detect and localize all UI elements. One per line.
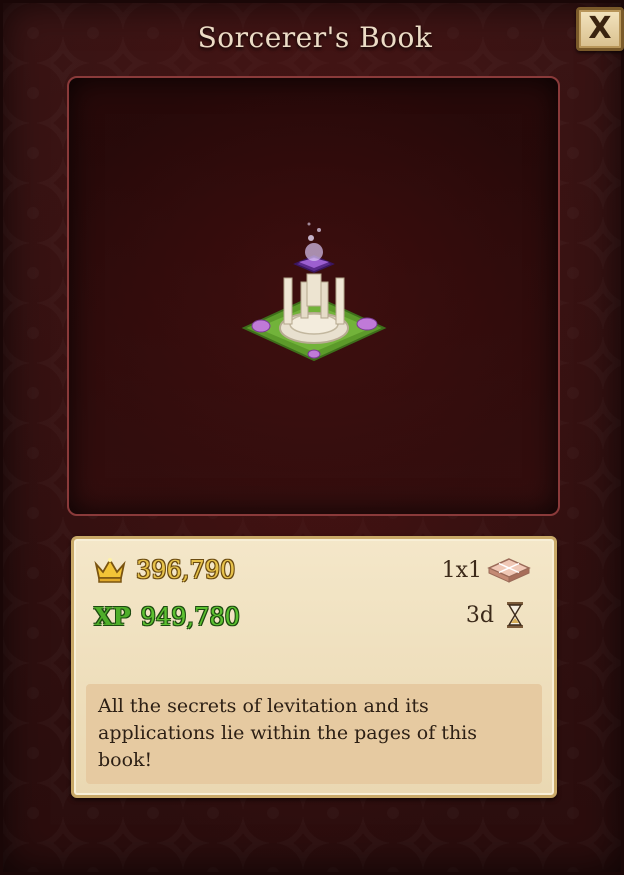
size-row: 1x1	[442, 556, 532, 584]
xp-value: 949,780	[140, 602, 240, 631]
window-title: Sorcerer's Book	[197, 21, 433, 54]
item-details-card: 396,790 XP 949,780 1x1 3d All the secret…	[71, 536, 557, 798]
size-value: 1x1	[441, 557, 482, 583]
tile-size-icon	[487, 558, 531, 583]
xp-row: XP 949,780	[94, 602, 240, 631]
xp-icon: XP	[94, 602, 131, 631]
build-time-value: 3d	[465, 602, 494, 628]
close-icon: X	[588, 11, 612, 46]
item-description: All the secrets of levitation and its ap…	[86, 684, 542, 784]
build-time-row: 3d	[466, 601, 524, 629]
cost-value: 396,790	[136, 556, 236, 584]
crown-icon	[94, 558, 126, 583]
sorcerers-book-building-image	[241, 222, 387, 362]
close-button[interactable]: X	[576, 7, 624, 51]
building-preview	[67, 76, 560, 516]
item-info-window: Sorcerer's Book X 396,790 XP 949,780 1x1…	[0, 0, 624, 875]
hourglass-icon	[507, 602, 523, 628]
cost-row: 396,790	[94, 556, 235, 584]
